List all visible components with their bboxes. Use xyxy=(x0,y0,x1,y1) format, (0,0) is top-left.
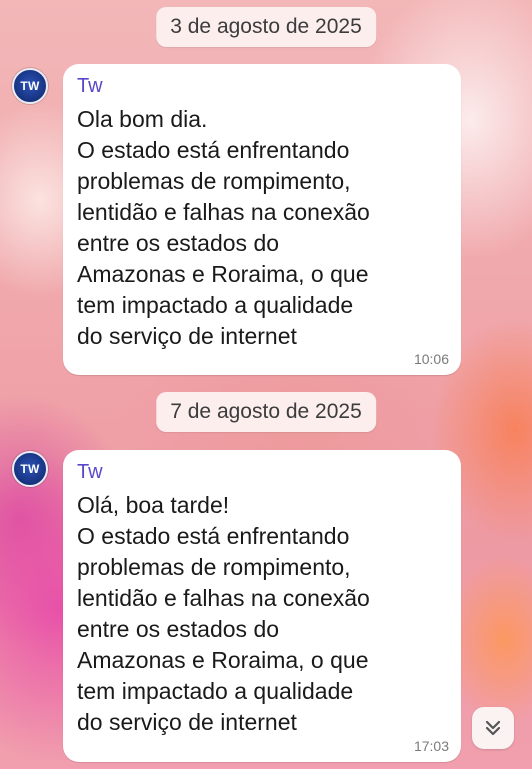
avatar-initials: TW xyxy=(20,462,40,476)
date-separator: 7 de agosto de 2025 xyxy=(156,392,376,432)
message-text-line: lentidão e falhas na conexão xyxy=(77,585,370,611)
message-text-line: Ola bom dia. xyxy=(77,106,208,132)
message-timestamp: 10:06 xyxy=(413,351,449,367)
message-text-line: problemas de rompimento, xyxy=(77,554,351,580)
message-text-line: entre os estados do xyxy=(77,616,280,642)
message-text-line: Amazonas e Roraima, o que xyxy=(77,261,369,287)
message-text-line: lentidão e falhas na conexão xyxy=(77,199,370,225)
message-text-line: entre os estados do xyxy=(77,230,280,256)
message-text-line: tem impactado a qualidade xyxy=(77,292,354,318)
message-timestamp: 17:03 xyxy=(413,738,449,754)
message-text-line: Olá, boa tarde! xyxy=(77,492,230,518)
double-chevron-down-icon xyxy=(485,720,501,736)
message-text-line: do serviço de internet xyxy=(77,323,297,349)
sender-name[interactable]: Tw xyxy=(77,72,449,100)
message-bubble[interactable]: Tw Ola bom dia. O estado está enfrentand… xyxy=(63,64,461,375)
sender-name[interactable]: Tw xyxy=(77,458,449,486)
avatar-initials: TW xyxy=(20,79,40,93)
avatar[interactable]: TW xyxy=(12,451,48,487)
message-text-line: O estado está enfrentando xyxy=(77,523,350,549)
message-bubble[interactable]: Tw Olá, boa tarde! O estado está enfrent… xyxy=(63,450,461,762)
message-text-line: do serviço de internet xyxy=(77,709,297,735)
message-text-line: tem impactado a qualidade xyxy=(77,678,354,704)
avatar[interactable]: TW xyxy=(12,68,48,104)
message-text-line: problemas de rompimento, xyxy=(77,168,351,194)
message-text-line: O estado está enfrentando xyxy=(77,137,350,163)
scroll-to-bottom-button[interactable] xyxy=(472,707,514,749)
message-text-line: Amazonas e Roraima, o que xyxy=(77,647,369,673)
date-separator: 3 de agosto de 2025 xyxy=(156,7,376,47)
